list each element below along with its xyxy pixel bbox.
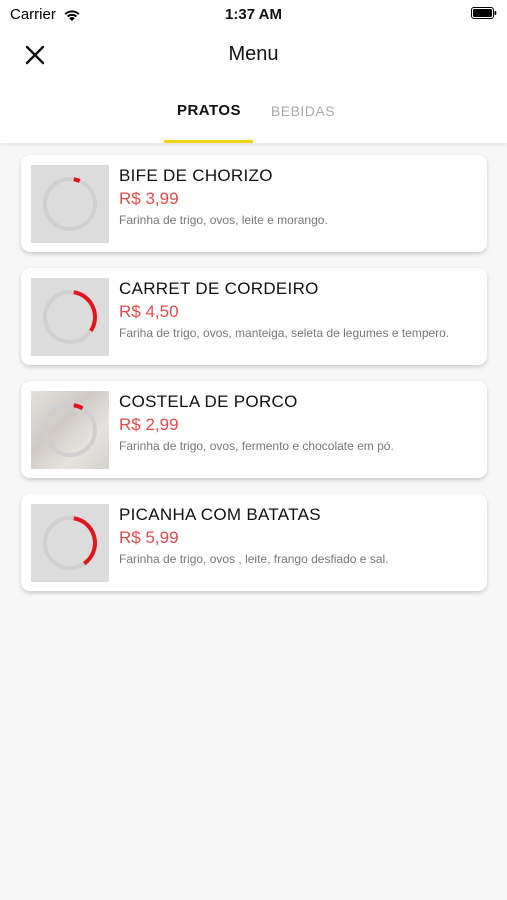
item-price: R$ 2,99 (119, 415, 179, 434)
item-image (31, 391, 109, 469)
menu-screen: Carrier 1:37 AM Menu PRATOS BEBIDAS BIFE… (0, 0, 507, 900)
battery-icon (471, 7, 497, 19)
loading-spinner-icon (43, 177, 97, 231)
menu-item-card[interactable]: CARRET DE CORDEIRO R$ 4,50 Fariha de tri… (21, 268, 487, 365)
loading-spinner-icon (43, 403, 97, 457)
status-time: 1:37 AM (225, 6, 282, 23)
spinner-progress-arc (73, 177, 81, 183)
menu-item-card[interactable]: COSTELA DE PORCO R$ 2,99 Farinha de trig… (21, 381, 487, 478)
item-price: R$ 5,99 (119, 528, 179, 547)
status-bar: Carrier 1:37 AM (0, 0, 507, 28)
item-image (31, 165, 109, 243)
menu-item-card[interactable]: BIFE DE CHORIZO R$ 3,99 Farinha de trigo… (21, 155, 487, 252)
item-description: Farinha de trigo, ovos, leite e morango. (119, 213, 328, 227)
page-title: Menu (228, 43, 279, 65)
item-name: COSTELA DE PORCO (119, 392, 298, 411)
loading-spinner-icon (43, 516, 97, 570)
item-description: Farinha de trigo, ovos, fermento e choco… (119, 439, 394, 453)
tab-bebidas[interactable]: BEBIDAS (264, 103, 342, 119)
loading-spinner-icon (43, 290, 97, 344)
item-price: R$ 4,50 (119, 302, 179, 321)
spinner-track (43, 177, 97, 231)
header: Menu PRATOS BEBIDAS (0, 28, 507, 143)
item-price: R$ 3,99 (119, 189, 179, 208)
menu-item-card[interactable]: PICANHA COM BATATAS R$ 5,99 Farinha de t… (21, 494, 487, 591)
active-tab-indicator (164, 140, 253, 143)
spinner-progress-arc (73, 516, 97, 566)
tab-bar: PRATOS BEBIDAS (0, 96, 507, 143)
item-name: PICANHA COM BATATAS (119, 505, 321, 524)
item-description: Fariha de trigo, ovos, manteiga, seleta … (119, 326, 450, 340)
item-name: CARRET DE CORDEIRO (119, 279, 319, 298)
spinner-progress-arc (73, 290, 97, 333)
tab-pratos[interactable]: PRATOS (165, 102, 253, 119)
item-name: BIFE DE CHORIZO (119, 166, 273, 185)
menu-list: BIFE DE CHORIZO R$ 3,99 Farinha de trigo… (21, 155, 487, 607)
item-image (31, 278, 109, 356)
item-image (31, 504, 109, 582)
spinner-progress-arc (73, 403, 84, 411)
spinner-track (43, 403, 97, 457)
item-description: Farinha de trigo, ovos , leite, frango d… (119, 552, 389, 566)
